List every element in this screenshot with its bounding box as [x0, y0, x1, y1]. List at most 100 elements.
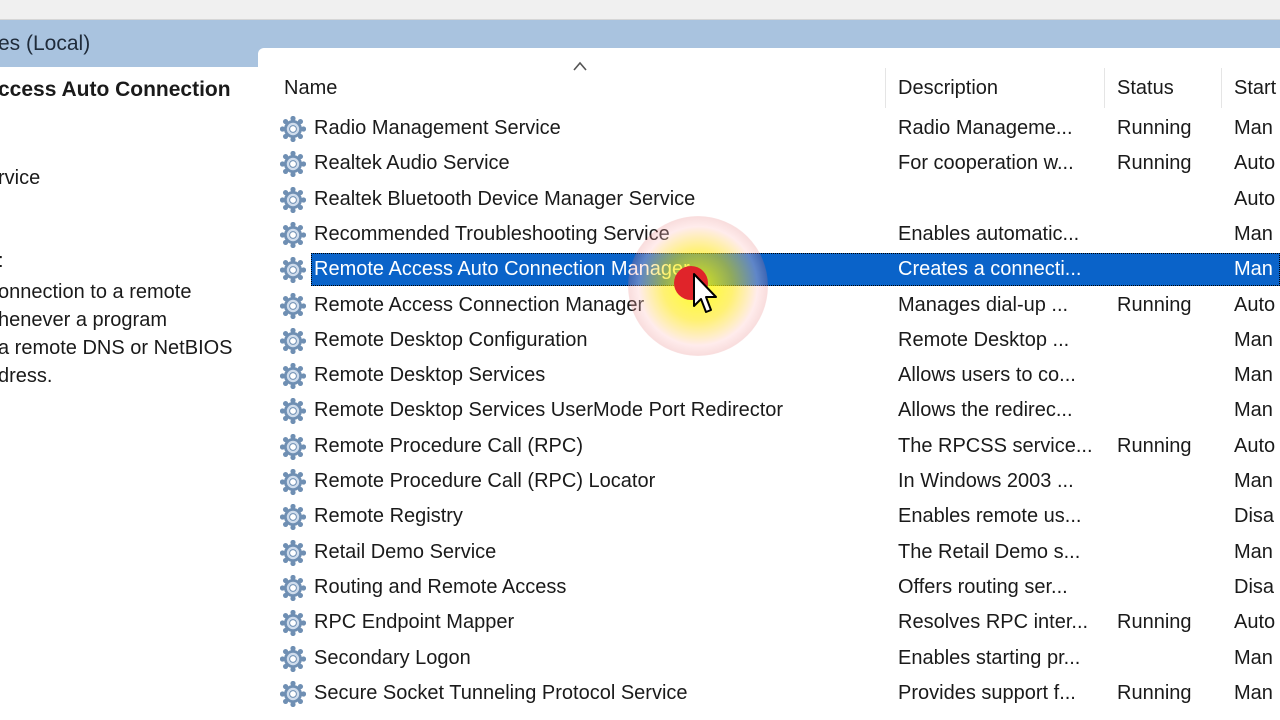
- table-row[interactable]: Radio Management Service Radio Manageme.…: [0, 111, 1280, 146]
- table-row[interactable]: Remote Desktop Services Allows users to …: [0, 358, 1280, 393]
- service-name: Remote Desktop Configuration: [314, 328, 588, 351]
- service-name: RPC Endpoint Mapper: [314, 611, 515, 634]
- service-status: Running: [1117, 152, 1192, 175]
- column-header-name[interactable]: Name: [284, 64, 337, 112]
- service-startup-type: Auto: [1234, 611, 1276, 634]
- service-status: Running: [1117, 681, 1192, 704]
- gear-icon: [279, 362, 307, 390]
- service-name: Realtek Bluetooth Device Manager Service: [314, 187, 696, 210]
- table-row[interactable]: Recommended Troubleshooting Service Enab…: [0, 217, 1280, 252]
- gear-icon: [279, 645, 307, 672]
- service-name: Remote Registry: [314, 505, 463, 528]
- window-top-strip: [0, 0, 1280, 20]
- service-startup-type: Man: [1234, 222, 1273, 245]
- service-name: Remote Desktop Services UserMode Port Re…: [314, 399, 784, 422]
- service-startup-type: Man: [1234, 399, 1273, 422]
- service-description: Resolves RPC inter...: [898, 611, 1089, 634]
- gear-icon: [279, 327, 307, 354]
- service-name: Secondary Logon: [314, 646, 471, 669]
- service-startup-type: Man: [1234, 681, 1273, 704]
- table-row[interactable]: Remote Procedure Call (RPC) The RPCSS se…: [0, 429, 1280, 464]
- table-row[interactable]: Remote Desktop Configuration Remote Desk…: [0, 323, 1280, 358]
- service-startup-type: Man: [1234, 364, 1273, 387]
- service-startup-type: Disa: [1234, 575, 1275, 598]
- gear-icon: [279, 257, 307, 284]
- table-row[interactable]: Secondary Logon Enables starting pr... M…: [0, 641, 1280, 676]
- service-name: Recommended Troubleshooting Service: [314, 222, 670, 245]
- service-startup-type: Man: [1234, 328, 1273, 351]
- table-row[interactable]: Remote Procedure Call (RPC) Locator In W…: [0, 464, 1280, 499]
- service-name: Remote Procedure Call (RPC): [314, 434, 583, 457]
- table-row[interactable]: RPC Endpoint Mapper Resolves RPC inter..…: [0, 605, 1280, 640]
- service-description: Creates a connecti...: [898, 258, 1082, 281]
- service-name: Secure Socket Tunneling Protocol Service: [314, 681, 688, 704]
- service-startup-type: Man: [1234, 258, 1273, 281]
- service-startup-type: Man: [1234, 540, 1273, 563]
- service-description: Enables starting pr...: [898, 646, 1081, 669]
- service-description: Enables automatic...: [898, 222, 1080, 245]
- service-status: Running: [1117, 434, 1192, 457]
- gear-icon: [279, 504, 307, 531]
- service-name: Routing and Remote Access: [314, 575, 567, 598]
- table-row[interactable]: Realtek Bluetooth Device Manager Service…: [0, 182, 1280, 217]
- service-status: Running: [1117, 611, 1192, 634]
- service-startup-type: Disa: [1234, 505, 1275, 528]
- service-description: Offers routing ser...: [898, 575, 1068, 598]
- service-description: Provides support f...: [898, 681, 1076, 704]
- column-divider[interactable]: [1104, 68, 1105, 108]
- gear-icon: [279, 398, 307, 425]
- gear-icon: [279, 610, 307, 637]
- service-description: Remote Desktop ...: [898, 328, 1070, 351]
- gear-icon: [279, 468, 307, 496]
- gear-icon: [279, 151, 307, 178]
- service-startup-type: Man: [1234, 470, 1273, 492]
- service-description: For cooperation w...: [898, 152, 1074, 175]
- service-description: In Windows 2003 ...: [898, 470, 1074, 492]
- service-startup-type: Auto: [1234, 293, 1276, 316]
- table-row[interactable]: Remote Access Connection Manager Manages…: [0, 288, 1280, 323]
- column-header-description[interactable]: Description: [898, 64, 998, 112]
- service-startup-type: Auto: [1234, 434, 1276, 457]
- table-row[interactable]: Routing and Remote Access Offers routing…: [0, 570, 1280, 605]
- service-description: The RPCSS service...: [898, 434, 1093, 457]
- selected-service-title: ccess Auto Connection: [0, 78, 231, 101]
- service-name: Remote Access Auto Connection Manager: [314, 258, 690, 281]
- service-startup-type: Man: [1234, 646, 1273, 669]
- column-header-startup-type[interactable]: Start: [1234, 64, 1276, 112]
- service-description: Manages dial-up ...: [898, 293, 1069, 316]
- table-row[interactable]: Secure Socket Tunneling Protocol Service…: [0, 676, 1280, 711]
- gear-icon: [279, 186, 307, 213]
- gear-icon: [279, 539, 307, 566]
- service-name: Remote Desktop Services: [314, 364, 546, 387]
- service-status: Running: [1117, 117, 1192, 139]
- gear-icon: [279, 115, 307, 143]
- service-name: Retail Demo Service: [314, 540, 497, 563]
- service-startup-type: Man: [1234, 117, 1273, 139]
- column-divider[interactable]: [1221, 68, 1222, 108]
- gear-icon: [279, 574, 307, 601]
- service-description: The Retail Demo s...: [898, 540, 1081, 563]
- column-header-status[interactable]: Status: [1117, 64, 1174, 112]
- gear-icon: [279, 221, 307, 248]
- table-row[interactable]: Remote Desktop Services UserMode Port Re…: [0, 393, 1280, 428]
- service-name: Radio Management Service: [314, 117, 561, 139]
- gear-icon: [279, 680, 307, 707]
- column-divider[interactable]: [885, 68, 886, 108]
- service-startup-type: Auto: [1234, 187, 1276, 210]
- table-row[interactable]: Retail Demo Service The Retail Demo s...…: [0, 535, 1280, 570]
- service-name: Realtek Audio Service: [314, 152, 510, 175]
- service-status: Running: [1117, 293, 1192, 316]
- table-row[interactable]: Remote Access Auto Connection Manager Cr…: [0, 252, 1280, 287]
- sort-ascending-icon: [573, 61, 587, 71]
- gear-icon: [279, 433, 307, 460]
- table-row[interactable]: Remote Registry Enables remote us... Dis…: [0, 499, 1280, 534]
- services-panel-title: es (Local): [0, 32, 91, 55]
- gear-icon: [279, 292, 307, 319]
- table-row[interactable]: Realtek Audio Service For cooperation w.…: [0, 146, 1280, 181]
- service-name: Remote Procedure Call (RPC) Locator: [314, 470, 656, 492]
- service-name: Remote Access Connection Manager: [314, 293, 645, 316]
- service-description: Radio Manageme...: [898, 117, 1073, 139]
- service-description: Allows users to co...: [898, 364, 1076, 387]
- service-startup-type: Auto: [1234, 152, 1276, 175]
- service-description: Allows the redirec...: [898, 399, 1073, 422]
